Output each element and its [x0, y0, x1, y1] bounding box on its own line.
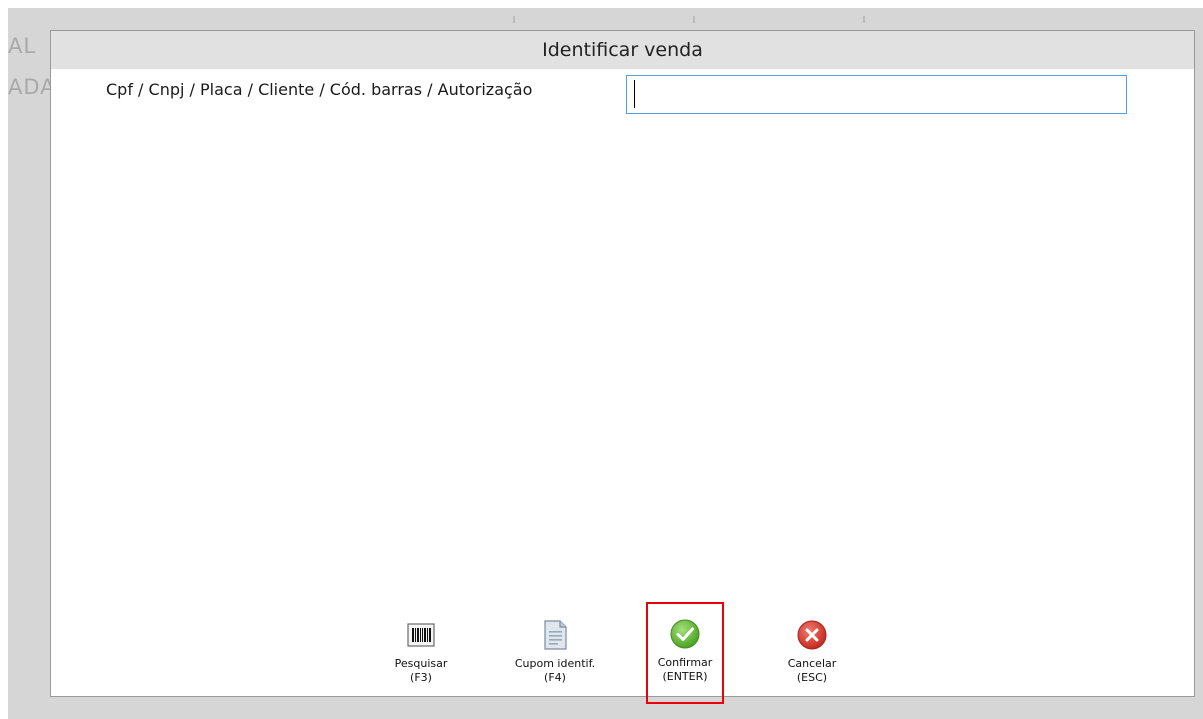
document-icon	[539, 619, 571, 651]
barcode-icon	[405, 619, 437, 651]
background-text: AL	[8, 34, 37, 58]
cupom-identif-label: Cupom identif.	[514, 657, 596, 670]
pesquisar-button[interactable]: Pesquisar (F3)	[371, 619, 471, 687]
cancelar-button[interactable]: Cancelar (ESC)	[762, 619, 862, 687]
background-divider	[863, 16, 865, 23]
cancelar-shortcut: (ESC)	[796, 671, 828, 684]
background-divider	[513, 16, 515, 23]
check-circle-icon	[669, 618, 701, 650]
search-field-label: Cpf / Cnpj / Placa / Cliente / Cód. barr…	[106, 80, 533, 99]
pesquisar-shortcut: (F3)	[410, 671, 432, 684]
cancel-circle-icon	[796, 619, 828, 651]
cupom-identif-button[interactable]: Cupom identif. (F4)	[505, 619, 605, 687]
cupom-identif-shortcut: (F4)	[544, 671, 566, 684]
identificar-venda-dialog: Identificar venda Cpf / Cnpj / Placa / C…	[50, 30, 1195, 704]
confirmar-button[interactable]: Confirmar (ENTER)	[646, 602, 724, 704]
confirmar-shortcut: (ENTER)	[662, 670, 708, 683]
text-caret	[634, 80, 635, 108]
confirmar-label: Confirmar	[657, 656, 713, 669]
search-input[interactable]	[626, 75, 1127, 114]
background-divider	[693, 16, 695, 23]
pesquisar-label: Pesquisar	[394, 657, 448, 670]
cancelar-label: Cancelar	[787, 657, 837, 670]
background-text: ADA	[8, 75, 56, 99]
dialog-title: Identificar venda	[51, 31, 1194, 69]
